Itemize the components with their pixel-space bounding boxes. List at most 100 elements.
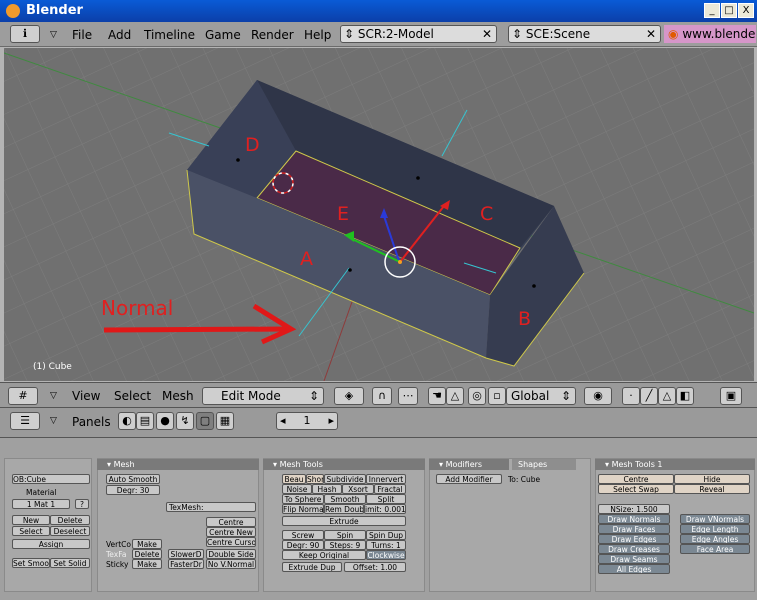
split-button[interactable]: Split [366,494,406,504]
add-modifier-button[interactable]: Add Modifier [436,474,502,484]
scale-icon[interactable]: ▫ [488,387,506,405]
orientation-selector[interactable]: Global ⇕ [506,387,576,405]
texmesh-field[interactable]: TexMesh: [166,502,256,512]
menu-select[interactable]: Select [114,389,151,403]
draw-normals-toggle[interactable]: Draw Normals [598,514,670,524]
extrude-dup-button[interactable]: Extrude Dup [282,562,342,572]
object-icon[interactable]: ↯ [176,412,194,430]
menu-file[interactable]: File [72,28,92,42]
collapse-triangle-icon[interactable]: ▽ [50,416,57,426]
layer-icon[interactable]: ◉ [584,387,612,405]
sticky-make-button[interactable]: Make [132,559,162,569]
translate-icon[interactable]: △ [446,387,464,405]
menu-mesh[interactable]: Mesh [162,389,194,403]
centre-button[interactable]: Centre [598,474,674,484]
hide-button[interactable]: Hide [674,474,750,484]
material-index-field[interactable]: 1 Mat 1 [12,499,70,509]
material-deselect-button[interactable]: Deselect [50,526,90,536]
buttons-type-icon[interactable]: ☰ [10,412,40,430]
website-link[interactable]: ◉ www.blende [664,25,756,43]
maximize-button[interactable]: □ [721,3,737,18]
nsize-field[interactable]: NSize: 1.500 [598,504,670,514]
material-select-button[interactable]: Select [12,526,50,536]
occlude-icon[interactable]: ◧ [676,387,694,405]
steps-field[interactable]: Steps: 9 [324,540,366,550]
noise-button[interactable]: Noise [282,484,312,494]
turns-field[interactable]: Turns: 1 [366,540,406,550]
material-help-button[interactable]: ? [75,499,89,509]
shading-icon[interactable]: ● [156,412,174,430]
set-smooth-button[interactable]: Set Smoo [12,558,50,568]
flip-normal-button[interactable]: Flip Normal [282,504,324,514]
to-sphere-button[interactable]: To Sphere [282,494,324,504]
double-side-toggle[interactable]: Double Side [206,549,256,559]
collapse-triangle-icon[interactable]: ▽ [50,391,57,401]
texface-delete-button[interactable]: Delete [132,549,162,559]
set-solid-button[interactable]: Set Solid [50,558,90,568]
rem-doubles-button[interactable]: Rem Doubl [324,504,364,514]
render-icon[interactable]: ▣ [720,387,742,405]
face-select-icon[interactable]: △ [658,387,676,405]
frame-field[interactable]: ◂ 1 ▸ [276,412,338,430]
spin-button[interactable]: Spin [324,530,366,540]
view-type-icon[interactable]: # [8,387,38,405]
short-toggle[interactable]: Shor [306,474,324,484]
offset-field[interactable]: Offset: 1.00 [344,562,406,572]
faster-draw-button[interactable]: FasterDr [168,559,204,569]
spin-dup-button[interactable]: Spin Dup [366,530,406,540]
menu-timeline[interactable]: Timeline [144,28,195,42]
material-delete-button[interactable]: Delete [50,515,90,525]
scene-selector[interactable]: ⇕ SCE:Scene ✕ [508,25,661,43]
draw-edges-toggle[interactable]: Draw Edges [598,534,670,544]
face-area-toggle[interactable]: Face Area [680,544,750,554]
menu-add[interactable]: Add [108,28,131,42]
mode-selector[interactable]: Edit Mode ⇕ [202,387,324,405]
degr-field[interactable]: Degr: 30 [106,485,160,495]
minimize-button[interactable]: _ [704,3,720,18]
material-assign-button[interactable]: Assign [12,539,90,549]
close-button[interactable]: X [738,3,754,18]
screw-button[interactable]: Screw [282,530,324,540]
centre-new-button[interactable]: Centre New [206,527,256,537]
pivot-icon[interactable]: ◈ [334,387,364,405]
shapes-tab[interactable]: Shapes [512,459,576,470]
proportional-icon[interactable]: ⋯ [398,387,418,405]
centre-button[interactable]: Centre [206,517,256,527]
delete-screen-icon[interactable]: ✕ [482,26,492,42]
all-edges-toggle[interactable]: All Edges [598,564,670,574]
centre-cursor-button[interactable]: Centre Curso [206,537,256,547]
draw-creases-toggle[interactable]: Draw Creases [598,544,670,554]
menu-game[interactable]: Game [205,28,241,42]
edge-select-icon[interactable]: ╱ [640,387,658,405]
select-swap-button[interactable]: Select Swap [598,484,674,494]
editing-icon[interactable]: ▢ [196,412,214,430]
menu-help[interactable]: Help [304,28,331,42]
extrude-button[interactable]: Extrude [282,516,406,526]
menu-view[interactable]: View [72,389,100,403]
draw-faces-toggle[interactable]: Draw Faces [598,524,670,534]
draw-vnormals-toggle[interactable]: Draw VNormals [680,514,750,524]
hash-button[interactable]: Hash [312,484,342,494]
material-new-button[interactable]: New [12,515,50,525]
vertex-select-icon[interactable]: · [622,387,640,405]
collapse-triangle-icon[interactable]: ▽ [50,30,57,40]
innervert-button[interactable]: Innervert [366,474,406,484]
limit-field[interactable]: imit: 0.001 [364,504,406,514]
object-name-field[interactable]: OB:Cube [12,474,90,484]
3d-viewport[interactable]: A B C D E Normal (1) Cube [3,48,755,382]
fractal-button[interactable]: Fractal [374,484,406,494]
delete-scene-icon[interactable]: ✕ [646,26,656,42]
xsort-button[interactable]: Xsort [342,484,374,494]
rotate-icon[interactable]: ◎ [468,387,486,405]
script-icon[interactable]: ▤ [136,412,154,430]
modifiers-tab[interactable]: ▾ Modifiers [429,459,509,470]
no-vnormal-toggle[interactable]: No V.Normal [206,559,256,569]
edge-length-toggle[interactable]: Edge Length [680,524,750,534]
left-arrow-icon[interactable]: ◂ [280,413,286,429]
menu-render[interactable]: Render [251,28,294,42]
beauty-toggle[interactable]: Beau [282,474,306,484]
screen-selector[interactable]: ⇕ SCR:2-Model ✕ [340,25,497,43]
right-arrow-icon[interactable]: ▸ [328,413,334,429]
logic-icon[interactable]: ◐ [118,412,136,430]
scene-icon[interactable]: ▦ [216,412,234,430]
